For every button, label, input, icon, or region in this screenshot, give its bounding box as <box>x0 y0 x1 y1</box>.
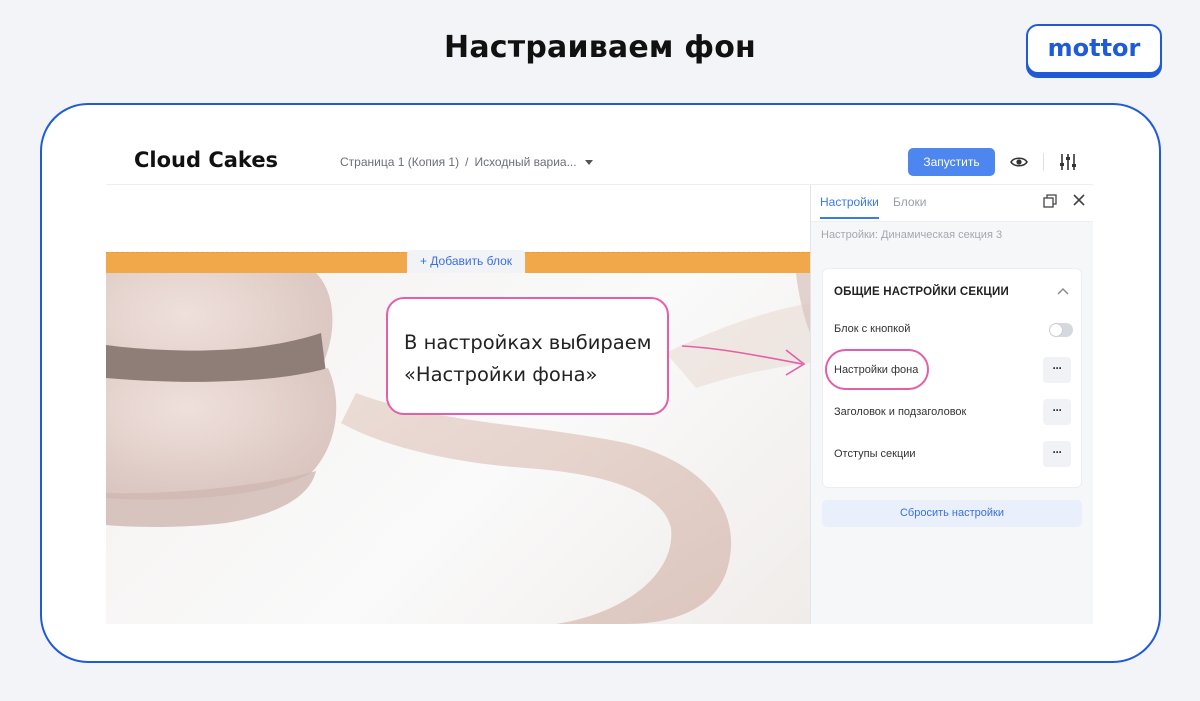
callout-line-2: «Настройки фона» <box>404 363 598 386</box>
row-heading-label[interactable]: Заголовок и подзаголовок <box>834 406 966 418</box>
tab-settings[interactable]: Настройки <box>820 195 879 219</box>
heading-more-button[interactable]: ··· <box>1043 399 1071 425</box>
editor-topbar: Cloud Cakes Страница 1 (Копия 1) / Исходны… <box>106 140 1093 185</box>
detach-window-icon[interactable] <box>1043 194 1057 208</box>
page-name[interactable]: Страница 1 (Копия 1) <box>340 155 459 169</box>
callout-line-1: В настройках выбираем <box>404 331 652 354</box>
close-icon[interactable] <box>1072 193 1086 207</box>
toolbar-divider <box>1043 153 1044 171</box>
chevron-up-icon[interactable] <box>1057 287 1069 295</box>
eye-icon[interactable] <box>1010 153 1028 171</box>
button-block-toggle[interactable] <box>1049 323 1073 337</box>
site-name: Cloud Cakes <box>134 148 279 172</box>
reset-settings-button[interactable]: Сбросить настройки <box>822 500 1082 527</box>
section-settings-card: ОБЩИЕ НАСТРОЙКИ СЕКЦИИ Блок с кнопкой На… <box>822 268 1082 488</box>
section-title: ОБЩИЕ НАСТРОЙКИ СЕКЦИИ <box>834 286 1009 298</box>
background-settings-highlight <box>825 349 929 390</box>
row-button-block-label: Блок с кнопкой <box>834 323 911 335</box>
callout-box: В настройках выбираем «Настройки фона» <box>386 297 669 415</box>
mottor-logo: mottor <box>1026 24 1162 74</box>
row-spacing-label[interactable]: Отступы секции <box>834 448 916 460</box>
breadcrumb[interactable]: Страница 1 (Копия 1) / Исходный вариа... <box>340 155 593 169</box>
run-button[interactable]: Запустить <box>908 148 995 176</box>
add-block-button[interactable]: + Добавить блок <box>407 250 525 273</box>
tab-blocks[interactable]: Блоки <box>893 195 927 209</box>
variant-name[interactable]: Исходный вариа... <box>474 155 576 169</box>
slide-title: Настраиваем фон <box>444 30 756 65</box>
chevron-down-icon[interactable] <box>584 160 593 166</box>
settings-panel: Настройки Блоки Настройки: Динамическая … <box>810 185 1093 624</box>
breadcrumb-separator: / <box>465 155 469 169</box>
panel-tabs: Настройки Блоки <box>811 185 1093 222</box>
settings-sliders-icon[interactable] <box>1058 152 1078 172</box>
background-settings-more-button[interactable]: ··· <box>1043 357 1071 383</box>
arrow-icon <box>681 345 806 376</box>
spacing-more-button[interactable]: ··· <box>1043 441 1071 467</box>
panel-breadcrumb: Настройки: Динамическая секция 3 <box>821 229 1003 241</box>
